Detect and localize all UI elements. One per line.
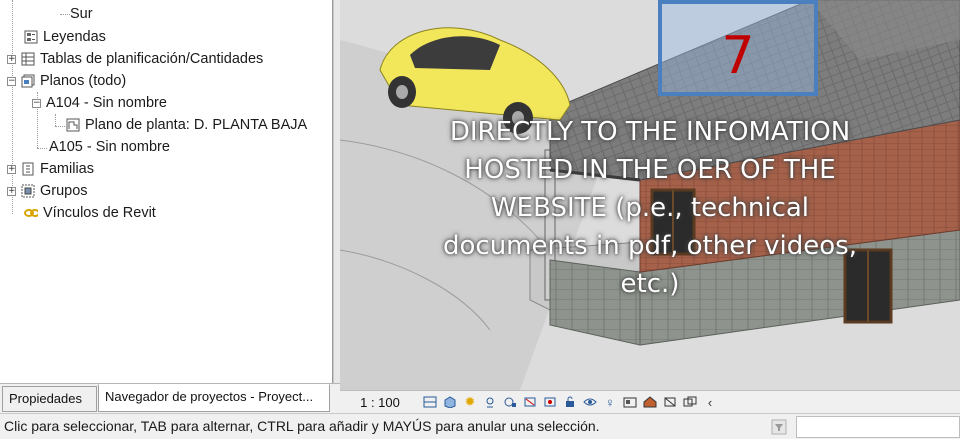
render-icon[interactable] [500,393,520,411]
families-icon [21,162,35,176]
overlay-caption-line: WEBSITE (p.e., technical [490,193,810,223]
analytical-model-icon[interactable] [660,393,680,411]
project-browser: Sur Leyendas + Tablas de planificación/C… [0,0,333,383]
collapse-minus-icon[interactable]: − [32,98,41,108]
temporary-hide-icon[interactable] [580,393,600,411]
tree-line [37,148,47,149]
overlay-caption-line: DIRECTLY TO THE INFOMATION [449,117,851,147]
step-marker-box: 7 [658,0,818,96]
view-control-bar: 1 : 100 ✹ ♀ ‹ [340,390,960,413]
chevron-left-icon[interactable]: ‹ [700,393,720,411]
tree-node-label: Tablas de planificación/Cantidades [40,51,264,67]
tree-node-label: Familias [40,161,94,177]
collapse-minus-icon[interactable]: − [7,76,16,86]
tree-node-a104[interactable]: − A104 - Sin nombre [32,92,167,114]
highlight-displacement-icon[interactable] [680,393,700,411]
groups-icon [21,184,35,198]
show-crop-icon[interactable] [540,393,560,411]
tab-project-browser[interactable]: Navegador de proyectos - Proyect... [98,384,330,412]
floor-plan-view-icon [66,118,80,132]
overlay-caption-line: etc.) [620,269,680,299]
status-message: Clic para seleccionar, TAB para alternar… [4,418,600,434]
tree-node-label: Sur [70,6,93,22]
expand-plus-icon[interactable]: + [7,186,16,196]
sun-path-icon[interactable]: ✹ [460,393,480,411]
expand-plus-icon[interactable]: + [7,164,16,174]
tree-node-tablas[interactable]: + Tablas de planificación/Cantidades [7,48,263,70]
view-scale[interactable]: 1 : 100 [340,395,420,410]
worksharing-icon[interactable] [640,393,660,411]
tree-node-label: A104 - Sin nombre [46,95,167,111]
tree-node-plano-planta[interactable]: Plano de planta: D. PLANTA BAJA [66,114,307,136]
tree-node-sur[interactable]: Sur [70,3,93,25]
status-bar: Clic para seleccionar, TAB para alternar… [0,413,960,439]
tree-node-label: Planos (todo) [40,73,127,89]
3d-view-canvas[interactable]: 7 DIRECTLY TO THE INFOMATION HOSTED IN T… [340,0,960,390]
tree-line [55,114,56,126]
temporary-properties-icon[interactable] [620,393,640,411]
status-selection-box[interactable] [796,416,960,438]
shadows-icon[interactable] [480,393,500,411]
tree-node-label: A105 - Sin nombre [49,139,170,155]
tree-node-familias[interactable]: + Familias [7,158,94,180]
tree-node-leyendas[interactable]: Leyendas [24,26,106,48]
tree-node-vinculos[interactable]: Vínculos de Revit [24,202,156,224]
panel-tabs: Propiedades Navegador de proyectos - Pro… [0,383,340,413]
schedule-icon [21,52,35,66]
browser-scrollbar[interactable] [333,0,340,383]
tab-properties[interactable]: Propiedades [2,386,97,412]
tree-node-grupos[interactable]: + Grupos [7,180,88,202]
overlay-caption-line: HOSTED IN THE OER OF THE [464,155,836,185]
crop-view-icon[interactable] [520,393,540,411]
unlock-view-icon[interactable] [560,393,580,411]
tree-node-label: Leyendas [43,29,106,45]
reveal-hidden-icon[interactable]: ♀ [600,393,620,411]
visual-style-icon[interactable] [440,393,460,411]
tree-node-a105[interactable]: A105 - Sin nombre [49,136,170,158]
tree-node-label: Plano de planta: D. PLANTA BAJA [85,117,308,133]
sheets-icon [21,74,35,88]
tree-line [55,126,65,127]
legend-icon [24,30,38,44]
overlay-caption-line: documents in pdf, other videos, [442,231,857,261]
link-icon [24,206,38,220]
tree-line [60,14,70,15]
expand-plus-icon[interactable]: + [7,54,16,64]
step-number: 7 [721,26,755,86]
tree-node-label: Grupos [40,183,88,199]
filter-icon[interactable] [770,418,788,436]
tree-node-planos[interactable]: − Planos (todo) [7,70,126,92]
tree-node-label: Vínculos de Revit [43,205,156,221]
detail-level-icon[interactable] [420,393,440,411]
